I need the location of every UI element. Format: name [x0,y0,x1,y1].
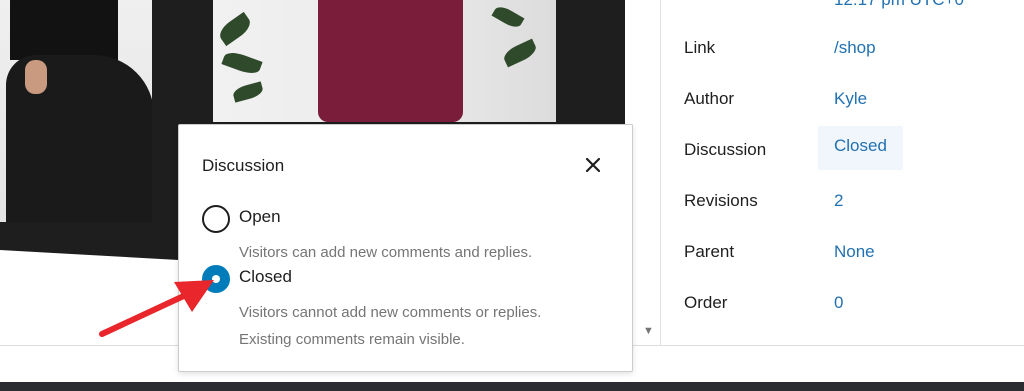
product-image-black-skirt[interactable] [0,0,152,222]
close-icon [585,157,601,173]
summary-row-parent: Parent None [684,232,1014,272]
plant-leaf [231,81,265,103]
editor-window: { "sidebar": { "top_partial": "12:17 pm … [0,0,1024,391]
popover-title: Discussion [202,156,285,175]
author-value[interactable]: Kyle [834,89,867,109]
close-button[interactable] [579,151,607,179]
summary-label: Revisions [684,191,758,210]
link-value[interactable]: /shop [834,38,876,58]
parent-value[interactable]: None [834,242,875,262]
product-image-red-skirt[interactable] [213,0,556,122]
summary-row-link: Link /shop [684,28,1014,68]
annotation-arrow-icon [99,280,214,337]
summary-row-author: Author Kyle [684,79,1014,119]
plant-leaf [501,38,539,68]
taskbar-edge [0,382,1024,391]
summary-row-discussion: Discussion Closed [684,126,1014,170]
option-label: Open [239,207,281,226]
option-help: Visitors cannot add new comments or repl… [239,299,619,353]
order-value[interactable]: 0 [834,293,843,313]
summary-label: Link [684,38,716,57]
red-skirt [318,0,463,122]
plant-leaf [221,48,263,78]
summary-label: Order [684,293,728,312]
plant-leaf [491,3,525,31]
model-hand [25,60,47,94]
radio-open[interactable] [202,205,230,233]
discussion-popover: Discussion Open Visitors can add new com… [178,124,633,372]
post-summary-panel: 12:17 pm UTC+0 Link /shop Author Kyle Di… [661,0,1024,345]
summary-label: Author [684,89,735,108]
summary-label: Discussion [684,140,767,159]
option-label: Closed [239,267,292,286]
option-help-text: Visitors cannot add new comments or repl… [239,304,542,321]
publish-date-value[interactable]: 12:17 pm UTC+0 [834,0,964,10]
revisions-value[interactable]: 2 [834,191,843,211]
black-top [10,0,118,60]
option-help-text: Existing comments remain visible. [239,331,465,348]
summary-row-order: Order 0 [684,283,1014,323]
scroll-down-icon[interactable]: ▼ [643,325,654,337]
option-help-text: Visitors can add new comments and replie… [239,244,533,261]
summary-row-revisions: Revisions 2 [684,181,1014,221]
plant-leaf [215,11,255,47]
option-help: Visitors can add new comments and replie… [239,239,619,266]
discussion-value-button[interactable]: Closed [818,126,903,170]
summary-label: Parent [684,242,735,261]
